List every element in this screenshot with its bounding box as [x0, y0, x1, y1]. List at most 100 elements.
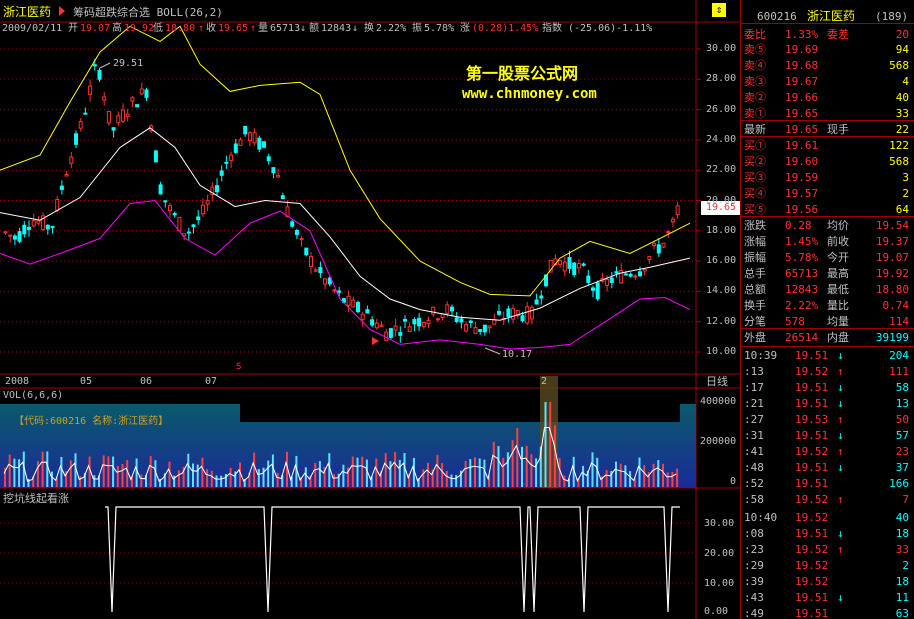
volume-bar: [116, 465, 119, 487]
tick-volume: 58: [895, 381, 909, 394]
tick-price: 19.53: [795, 413, 829, 426]
candle[interactable]: [661, 242, 666, 249]
volume-bar: [450, 474, 453, 487]
tick-time: :23: [744, 543, 764, 556]
webi-label: 委比: [744, 28, 766, 41]
volume-bar: [563, 475, 566, 487]
stat-value: 19.07: [875, 251, 909, 264]
candle[interactable]: [356, 300, 360, 314]
tick-direction-icon: ↑: [837, 445, 844, 458]
volume-bar: [149, 456, 152, 487]
sell-price: 19.69: [785, 43, 819, 56]
candle[interactable]: [595, 280, 600, 302]
close-label: 收: [206, 23, 216, 34]
amt-value: 12843: [321, 23, 352, 34]
sell-row: 卖③ 19.67 4: [741, 74, 913, 89]
buy-price: 19.61: [785, 139, 819, 152]
stat-value: 18.80: [875, 283, 909, 296]
vol-title: VOL(6,6,6): [3, 390, 64, 401]
price-axis-label: 20.00: [706, 194, 737, 206]
stat-value: 19.37: [875, 235, 909, 248]
volume-bar: [271, 454, 274, 487]
volume-bar: [544, 402, 547, 487]
stat-row: 涨幅 1.45% 前收 19.37: [741, 234, 913, 249]
tick-price: 19.52: [795, 493, 829, 506]
stat-value: 578: [785, 315, 805, 328]
period-label[interactable]: 日线: [706, 376, 728, 388]
tick-time: :41: [744, 445, 764, 458]
volume-bar: [506, 452, 509, 487]
title-bar: 浙江医药 筹码超跌综合选 BOLL(26,2) ⇕: [0, 0, 740, 22]
tick-price: 19.52: [795, 559, 829, 572]
vol-label: 量: [258, 23, 268, 34]
tick-time: :49: [744, 607, 764, 619]
tick-row: :27 19.53 ↑ 50: [741, 412, 913, 428]
inner-label: 内盘: [827, 331, 849, 344]
high-label: 高: [112, 23, 122, 34]
tick-row: :58 19.52 ↑ 7: [741, 492, 913, 508]
tick-volume: 166: [889, 477, 909, 490]
sell-volume: 40: [895, 91, 909, 104]
stat-row: 换手 2.22% 量比 0.74: [741, 298, 913, 313]
sell-volume: 568: [889, 59, 909, 72]
buy-label: 买③: [744, 171, 766, 184]
volume-bar: [464, 461, 467, 487]
tick-time: :13: [744, 365, 764, 378]
volume-bar: [478, 458, 481, 487]
play-icon[interactable]: [59, 6, 65, 16]
volume-bar: [41, 451, 44, 487]
candle[interactable]: [153, 149, 158, 163]
panel-separator: [741, 23, 914, 24]
volume-bar: [525, 445, 528, 487]
candle[interactable]: [304, 247, 309, 257]
stat-value: 65713: [785, 267, 819, 280]
buy-volume: 64: [895, 203, 909, 216]
volume-bar: [624, 465, 627, 487]
tick-volume: 57: [895, 429, 909, 442]
stat-label: 最低: [827, 283, 849, 296]
sell-row: 卖⑤ 19.69 94: [741, 42, 913, 57]
volume-bar: [121, 464, 124, 487]
sell-volume: 94: [895, 43, 909, 56]
candle[interactable]: [135, 104, 140, 108]
vol-axis-label: 0: [730, 476, 737, 487]
last-value: 19.65: [785, 123, 819, 136]
volume-bar: [51, 471, 53, 487]
tick-direction-icon: ↑: [837, 365, 844, 378]
tick-row: :21 19.51 ↓ 13: [741, 396, 913, 412]
chg-value: (0.28)1.45%: [472, 23, 539, 34]
tick-time: :52: [744, 477, 764, 490]
volume-bar: [502, 457, 505, 487]
tick-volume: 11: [895, 591, 909, 604]
open-label: 开: [68, 23, 78, 34]
stat-value: 0.28: [785, 219, 812, 232]
tick-row: :31 19.51 ↓ 57: [741, 428, 913, 444]
tick-price: 19.51: [795, 349, 829, 362]
expand-icon[interactable]: ⇕: [712, 3, 726, 17]
price-axis-label: 16.00: [706, 255, 737, 267]
stat-row: 总额 12843 最低 18.80: [741, 282, 913, 297]
indicator-name[interactable]: 筹码超跌综合选 BOLL(26,2): [73, 4, 223, 20]
sell-price: 19.66: [785, 91, 819, 104]
volume-bar: [666, 472, 669, 487]
vol-axis-label: 200000: [700, 436, 737, 447]
volume-bar: [497, 446, 500, 487]
outer-label: 外盘: [744, 331, 766, 344]
tick-time: :27: [744, 413, 764, 426]
sell-volume: 4: [902, 75, 909, 88]
candle[interactable]: [572, 262, 577, 278]
volume-bar: [619, 463, 622, 487]
indicator-title: 挖坑线起看涨: [3, 492, 69, 505]
time-label: 2: [541, 376, 548, 387]
stat-label: 换手: [744, 299, 766, 312]
tick-direction-icon: ↓: [837, 381, 844, 394]
tick-volume: 23: [895, 445, 909, 458]
volume-bar: [605, 470, 608, 487]
candle[interactable]: [262, 141, 266, 149]
volume-bar: [60, 456, 63, 487]
stat-label: 均价: [827, 219, 849, 232]
volume-bar: [318, 461, 321, 487]
stat-label: 均量: [827, 315, 849, 328]
candle[interactable]: [177, 216, 182, 232]
sell-row: 卖① 19.65 33: [741, 106, 913, 121]
